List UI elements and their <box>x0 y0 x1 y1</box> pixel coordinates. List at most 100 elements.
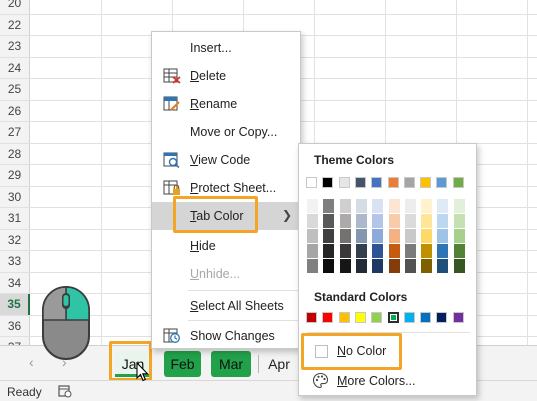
standard-color-swatch[interactable] <box>354 312 366 323</box>
theme-color-swatch[interactable] <box>338 177 350 188</box>
menu-item-insert[interactable]: Insert... <box>152 34 300 62</box>
theme-shade-swatch[interactable] <box>388 259 400 273</box>
theme-shade-swatch[interactable] <box>323 259 335 273</box>
menu-item-delete[interactable]: Delete <box>152 62 300 90</box>
theme-shade-swatch[interactable] <box>307 199 318 213</box>
standard-color-swatch[interactable] <box>403 312 415 323</box>
theme-color-swatch[interactable] <box>354 177 366 188</box>
theme-shade-swatch[interactable] <box>339 259 351 273</box>
theme-shade-swatch[interactable] <box>372 259 384 273</box>
menu-item-show-changes[interactable]: Show Changes <box>152 322 300 350</box>
row-header[interactable]: 24 <box>0 57 30 78</box>
theme-shade-swatch[interactable] <box>355 199 367 213</box>
sheet-tab-mar[interactable]: Mar <box>211 351 251 377</box>
row-header[interactable]: 27 <box>0 122 30 143</box>
theme-shade-swatch[interactable] <box>421 244 433 258</box>
theme-shade-swatch[interactable] <box>404 229 416 243</box>
row-header[interactable]: 35 <box>0 294 30 315</box>
row-header[interactable]: 28 <box>0 143 30 164</box>
theme-shade-swatch[interactable] <box>421 229 433 243</box>
menu-item-select-all-sheets[interactable]: Select All Sheets <box>152 292 300 320</box>
theme-shade-swatch[interactable] <box>404 199 416 213</box>
theme-shade-swatch[interactable] <box>453 229 465 243</box>
row-header[interactable]: 31 <box>0 208 30 229</box>
theme-shade-swatch[interactable] <box>323 214 335 228</box>
theme-shade-swatch[interactable] <box>372 229 384 243</box>
theme-shade-swatch[interactable] <box>388 214 400 228</box>
menu-item-rename[interactable]: Rename <box>152 90 300 118</box>
scroll-tabs-left-icon[interactable]: ‹ <box>29 354 34 370</box>
theme-color-swatch[interactable] <box>403 177 415 188</box>
theme-shade-swatch[interactable] <box>372 214 384 228</box>
menu-item-move-copy[interactable]: Move or Copy... <box>152 118 300 146</box>
theme-shade-swatch[interactable] <box>307 229 318 243</box>
theme-shade-swatch[interactable] <box>404 244 416 258</box>
theme-shade-swatch[interactable] <box>437 259 449 273</box>
standard-color-swatch[interactable] <box>436 312 448 323</box>
row-header[interactable]: 26 <box>0 100 30 121</box>
row-header[interactable]: 33 <box>0 251 30 272</box>
row-header[interactable]: 25 <box>0 79 30 100</box>
standard-color-swatch[interactable] <box>371 312 383 323</box>
theme-shade-swatch[interactable] <box>388 199 400 213</box>
theme-color-swatch[interactable] <box>420 177 432 188</box>
row-header[interactable]: 29 <box>0 165 30 186</box>
row-header[interactable]: 22 <box>0 14 30 35</box>
theme-shade-swatch[interactable] <box>307 244 318 258</box>
theme-shade-swatch[interactable] <box>421 214 433 228</box>
theme-shade-swatch[interactable] <box>339 199 351 213</box>
more-colors-option[interactable]: More Colors... <box>307 368 470 394</box>
theme-shade-swatch[interactable] <box>323 229 335 243</box>
theme-shade-swatch[interactable] <box>339 229 351 243</box>
theme-color-swatch[interactable] <box>452 177 464 188</box>
sheet-tab-feb[interactable]: Feb <box>164 351 201 377</box>
theme-shade-swatch[interactable] <box>372 244 384 258</box>
theme-shade-swatch[interactable] <box>355 229 367 243</box>
theme-shade-swatch[interactable] <box>437 229 449 243</box>
theme-shade-swatch[interactable] <box>453 199 465 213</box>
theme-shade-swatch[interactable] <box>453 214 465 228</box>
theme-shade-swatch[interactable] <box>339 214 351 228</box>
theme-color-swatch[interactable] <box>371 177 383 188</box>
standard-color-swatch[interactable] <box>452 312 464 323</box>
theme-shade-swatch[interactable] <box>404 214 416 228</box>
theme-shade-swatch[interactable] <box>355 214 367 228</box>
theme-shade-swatch[interactable] <box>388 229 400 243</box>
theme-shade-swatch[interactable] <box>437 244 449 258</box>
theme-shade-swatch[interactable] <box>421 259 433 273</box>
menu-item-view-code[interactable]: View Code <box>152 146 300 174</box>
theme-shade-swatch[interactable] <box>453 259 465 273</box>
theme-shade-swatch[interactable] <box>339 244 351 258</box>
theme-color-swatch[interactable] <box>387 177 399 188</box>
standard-color-swatch[interactable] <box>322 312 334 323</box>
theme-shade-swatch[interactable] <box>307 214 318 228</box>
theme-color-swatch[interactable] <box>306 177 317 188</box>
theme-shade-swatch[interactable] <box>404 259 416 273</box>
standard-color-swatch[interactable] <box>387 312 399 323</box>
theme-shade-swatch[interactable] <box>437 214 449 228</box>
row-header[interactable]: 23 <box>0 36 30 57</box>
standard-color-swatch[interactable] <box>420 312 432 323</box>
theme-shade-swatch[interactable] <box>307 259 318 273</box>
theme-shade-swatch[interactable] <box>355 259 367 273</box>
theme-shade-swatch[interactable] <box>323 199 335 213</box>
standard-color-swatch[interactable] <box>306 312 317 323</box>
row-header[interactable]: 34 <box>0 272 30 293</box>
row-header[interactable]: 20 <box>0 0 30 14</box>
row-header[interactable]: 32 <box>0 229 30 250</box>
standard-color-swatch[interactable] <box>338 312 350 323</box>
theme-shade-swatch[interactable] <box>323 244 335 258</box>
sheet-tab-apr[interactable]: Apr <box>262 351 296 377</box>
theme-shade-swatch[interactable] <box>453 244 465 258</box>
row-header[interactable]: 36 <box>0 315 30 336</box>
row-header[interactable]: 30 <box>0 186 30 207</box>
theme-shade-swatch[interactable] <box>437 199 449 213</box>
theme-shade-swatch[interactable] <box>388 244 400 258</box>
theme-shade-swatch[interactable] <box>421 199 433 213</box>
theme-shade-swatch[interactable] <box>355 244 367 258</box>
theme-shade-swatch[interactable] <box>372 199 384 213</box>
theme-color-swatch[interactable] <box>322 177 334 188</box>
menu-item-hide[interactable]: Hide <box>152 232 300 260</box>
accessibility-icon[interactable] <box>58 385 72 398</box>
theme-color-swatch[interactable] <box>436 177 448 188</box>
